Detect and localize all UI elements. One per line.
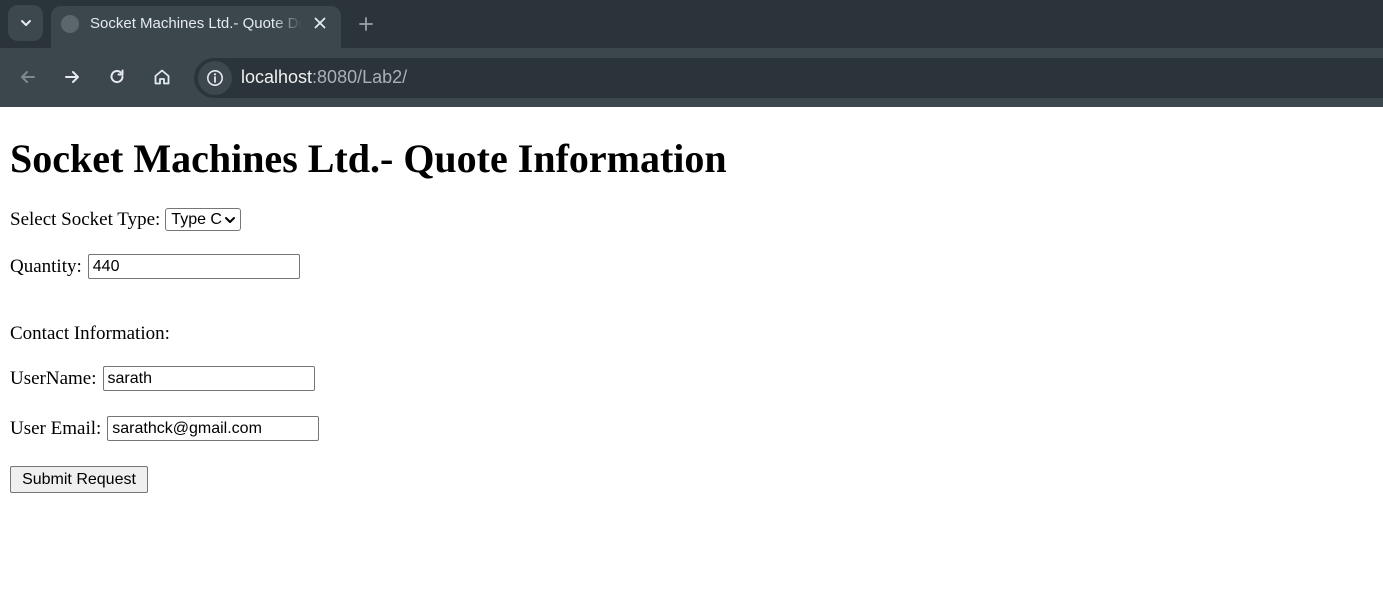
email-row: User Email: xyxy=(10,416,320,441)
new-tab-button[interactable] xyxy=(353,11,379,37)
chevron-down-icon xyxy=(20,20,31,26)
arrow-right-icon xyxy=(65,71,79,83)
quantity-row: Quantity: xyxy=(10,254,300,279)
url-text[interactable]: localhost:8080/Lab2/ xyxy=(241,67,407,88)
reload-button[interactable] xyxy=(102,62,132,92)
globe-icon xyxy=(61,15,79,33)
url-path: :8080/Lab2/ xyxy=(312,67,408,87)
forward-button[interactable] xyxy=(57,62,87,92)
quantity-label: Quantity: xyxy=(10,255,82,277)
socket-type-row: Select Socket Type: Type C xyxy=(10,208,241,231)
tab-title: Socket Machines Ltd.- Quote Details xyxy=(90,15,302,32)
info-icon xyxy=(207,70,223,86)
contact-heading-row: Contact Information: xyxy=(10,323,170,345)
close-icon xyxy=(314,17,326,29)
url-host: localhost xyxy=(241,67,313,87)
contact-info-heading: Contact Information: xyxy=(10,323,170,344)
page-content: Socket Machines Ltd.- Quote Information … xyxy=(0,107,1383,601)
browser-tab[interactable]: Socket Machines Ltd.- Quote Details xyxy=(51,6,341,48)
home-icon xyxy=(154,69,170,85)
arrow-left-icon xyxy=(21,71,35,83)
site-info-button[interactable] xyxy=(198,61,232,95)
plus-icon xyxy=(359,17,373,31)
quantity-input[interactable] xyxy=(87,254,300,279)
chevron-down-icon xyxy=(224,216,235,223)
socket-type-select[interactable]: Type C xyxy=(165,208,241,231)
home-button[interactable] xyxy=(147,62,177,92)
page-title: Socket Machines Ltd.- Quote Information xyxy=(10,136,727,181)
back-button[interactable] xyxy=(13,62,43,92)
reload-icon xyxy=(110,69,124,84)
tab-search-button[interactable] xyxy=(8,5,43,41)
socket-type-value: Type C xyxy=(171,210,222,228)
username-input[interactable] xyxy=(102,366,315,391)
submit-request-button[interactable]: Submit Request xyxy=(10,466,148,493)
browser-toolbar: localhost:8080/Lab2/ xyxy=(0,48,1383,107)
address-bar[interactable]: localhost:8080/Lab2/ xyxy=(194,58,1383,98)
username-row: UserName: xyxy=(10,366,315,391)
username-label: UserName: xyxy=(10,367,97,389)
tab-close-button[interactable] xyxy=(310,13,330,33)
browser-tabstrip: Socket Machines Ltd.- Quote Details xyxy=(0,0,1383,48)
email-input[interactable] xyxy=(107,416,320,441)
email-label: User Email: xyxy=(10,417,102,439)
socket-type-label: Select Socket Type: xyxy=(10,208,161,230)
